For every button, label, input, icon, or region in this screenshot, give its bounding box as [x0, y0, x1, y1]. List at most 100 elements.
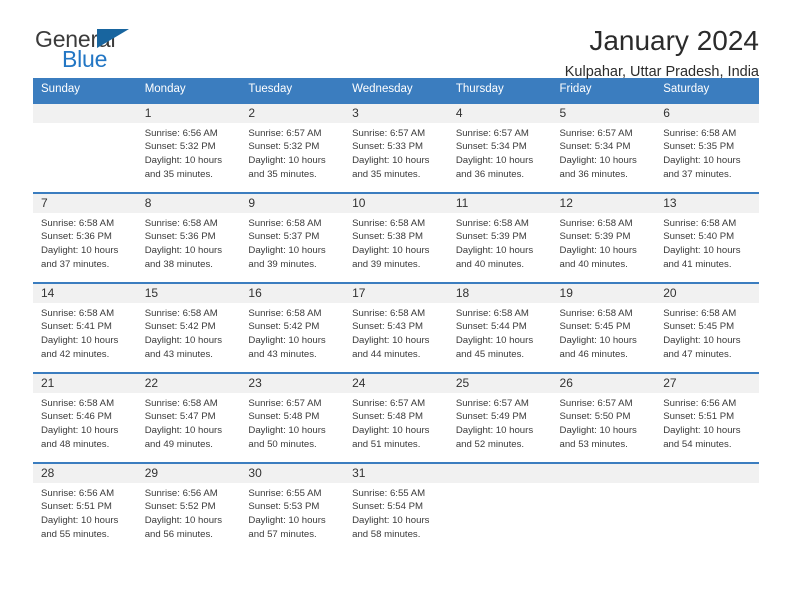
day-cell[interactable]: 18 Sunrise: 6:58 AM Sunset: 5:44 PM Dayl… — [447, 282, 552, 373]
day-cell[interactable]: 17 Sunrise: 6:58 AM Sunset: 5:43 PM Dayl… — [344, 282, 448, 373]
sunrise-text: Sunrise: 6:57 AM — [352, 127, 426, 139]
sunrise-text: Sunrise: 6:57 AM — [352, 397, 426, 409]
daylight-text: Daylight: 10 hours and 49 minutes. — [144, 425, 223, 450]
day-details: Sunrise: 6:55 AM Sunset: 5:53 PM Dayligh… — [240, 483, 344, 541]
day-cell[interactable]: 10 Sunrise: 6:58 AM Sunset: 5:38 PM Dayl… — [344, 192, 448, 283]
day-cell[interactable]: 20 Sunrise: 6:58 AM Sunset: 5:45 PM Dayl… — [655, 282, 759, 373]
day-cell[interactable]: 13 Sunrise: 6:58 AM Sunset: 5:40 PM Dayl… — [655, 192, 759, 283]
day-number: 21 — [33, 373, 137, 393]
daylight-text: Daylight: 10 hours and 53 minutes. — [559, 425, 637, 450]
day-cell[interactable]: 11 Sunrise: 6:58 AM Sunset: 5:39 PM Dayl… — [447, 192, 552, 283]
sunrise-text: Sunrise: 6:58 AM — [663, 307, 737, 319]
day-cell[interactable]: 31 Sunrise: 6:55 AM Sunset: 5:54 PM Dayl… — [344, 462, 448, 553]
day-details: Sunrise: 6:56 AM Sunset: 5:51 PM Dayligh… — [33, 483, 137, 541]
brand-logo[interactable]: General Blue — [33, 26, 153, 82]
day-details: Sunrise: 6:55 AM Sunset: 5:54 PM Dayligh… — [344, 483, 448, 541]
daylight-text: Daylight: 10 hours and 35 minutes. — [144, 155, 223, 180]
day-details: Sunrise: 6:58 AM Sunset: 5:47 PM Dayligh… — [137, 393, 241, 451]
day-details: Sunrise: 6:57 AM Sunset: 5:48 PM Dayligh… — [240, 393, 344, 451]
day-cell[interactable]: 6 Sunrise: 6:58 AM Sunset: 5:35 PM Dayli… — [655, 102, 759, 193]
day-details: Sunrise: 6:58 AM Sunset: 5:40 PM Dayligh… — [655, 213, 759, 271]
day-cell[interactable]: 28 Sunrise: 6:56 AM Sunset: 5:51 PM Dayl… — [33, 462, 137, 553]
sunrise-text: Sunrise: 6:57 AM — [248, 397, 322, 409]
sunrise-text: Sunrise: 6:58 AM — [41, 397, 115, 409]
sunrise-text: Sunrise: 6:58 AM — [352, 217, 426, 229]
sunset-text: Sunset: 5:42 PM — [144, 321, 216, 333]
day-cell[interactable]: 22 Sunrise: 6:58 AM Sunset: 5:47 PM Dayl… — [136, 372, 241, 463]
day-cell[interactable] — [33, 102, 137, 193]
sunrise-text: Sunrise: 6:58 AM — [248, 307, 322, 319]
sunset-text: Sunset: 5:53 PM — [248, 501, 320, 513]
day-details: Sunrise: 6:57 AM Sunset: 5:49 PM Dayligh… — [448, 393, 552, 451]
day-details: Sunrise: 6:58 AM Sunset: 5:36 PM Dayligh… — [137, 213, 241, 271]
day-cell[interactable]: 9 Sunrise: 6:58 AM Sunset: 5:37 PM Dayli… — [240, 192, 345, 283]
calendar-table: Sunday Monday Tuesday Wednesday Thursday… — [33, 78, 759, 553]
day-cell[interactable]: 29 Sunrise: 6:56 AM Sunset: 5:52 PM Dayl… — [136, 462, 241, 553]
daylight-text: Daylight: 10 hours and 37 minutes. — [41, 245, 119, 270]
day-cell[interactable]: 27 Sunrise: 6:56 AM Sunset: 5:51 PM Dayl… — [655, 372, 759, 463]
day-details: Sunrise: 6:58 AM Sunset: 5:44 PM Dayligh… — [448, 303, 552, 361]
day-cell[interactable]: 19 Sunrise: 6:58 AM Sunset: 5:45 PM Dayl… — [551, 282, 656, 373]
sunrise-text: Sunrise: 6:58 AM — [455, 217, 529, 229]
day-details: Sunrise: 6:58 AM Sunset: 5:35 PM Dayligh… — [655, 123, 759, 181]
sunrise-text: Sunrise: 6:56 AM — [144, 487, 218, 499]
day-number: 7 — [33, 193, 137, 213]
day-cell[interactable]: 21 Sunrise: 6:58 AM Sunset: 5:46 PM Dayl… — [33, 372, 137, 463]
day-details: Sunrise: 6:58 AM Sunset: 5:39 PM Dayligh… — [552, 213, 656, 271]
day-number: 9 — [240, 193, 345, 213]
day-cell[interactable]: 15 Sunrise: 6:58 AM Sunset: 5:42 PM Dayl… — [136, 282, 241, 373]
day-number: 14 — [33, 283, 137, 303]
day-cell[interactable]: 26 Sunrise: 6:57 AM Sunset: 5:50 PM Dayl… — [551, 372, 656, 463]
day-cell[interactable]: 30 Sunrise: 6:55 AM Sunset: 5:53 PM Dayl… — [240, 462, 345, 553]
day-number: 24 — [344, 373, 448, 393]
sunrise-text: Sunrise: 6:57 AM — [559, 127, 633, 139]
day-cell[interactable]: 4 Sunrise: 6:57 AM Sunset: 5:34 PM Dayli… — [447, 102, 552, 193]
sunrise-text: Sunrise: 6:58 AM — [144, 397, 218, 409]
sunrise-text: Sunrise: 6:58 AM — [559, 217, 633, 229]
day-cell[interactable]: 16 Sunrise: 6:58 AM Sunset: 5:42 PM Dayl… — [240, 282, 345, 373]
daylight-text: Daylight: 10 hours and 48 minutes. — [41, 425, 119, 450]
weekday-header-wednesday: Wednesday — [344, 78, 448, 103]
day-cell[interactable] — [447, 462, 552, 553]
day-cell[interactable]: 5 Sunrise: 6:57 AM Sunset: 5:34 PM Dayli… — [551, 102, 656, 193]
sunrise-text: Sunrise: 6:57 AM — [248, 127, 322, 139]
daylight-text: Daylight: 10 hours and 39 minutes. — [248, 245, 326, 270]
day-cell[interactable]: 7 Sunrise: 6:58 AM Sunset: 5:36 PM Dayli… — [33, 192, 137, 283]
day-cell[interactable]: 25 Sunrise: 6:57 AM Sunset: 5:49 PM Dayl… — [447, 372, 552, 463]
daylight-text: Daylight: 10 hours and 39 minutes. — [352, 245, 430, 270]
sunset-text: Sunset: 5:41 PM — [41, 321, 112, 333]
day-number: 2 — [240, 103, 345, 123]
day-details: Sunrise: 6:57 AM Sunset: 5:50 PM Dayligh… — [552, 393, 656, 451]
day-cell[interactable]: 12 Sunrise: 6:58 AM Sunset: 5:39 PM Dayl… — [551, 192, 656, 283]
day-number: 27 — [655, 373, 759, 393]
sunset-text: Sunset: 5:40 PM — [663, 231, 735, 243]
day-details: Sunrise: 6:58 AM Sunset: 5:41 PM Dayligh… — [33, 303, 137, 361]
day-cell[interactable]: 24 Sunrise: 6:57 AM Sunset: 5:48 PM Dayl… — [344, 372, 448, 463]
day-cell[interactable] — [655, 462, 759, 553]
day-cell[interactable]: 8 Sunrise: 6:58 AM Sunset: 5:36 PM Dayli… — [136, 192, 241, 283]
daylight-text: Daylight: 10 hours and 36 minutes. — [455, 155, 534, 180]
day-cell[interactable]: 14 Sunrise: 6:58 AM Sunset: 5:41 PM Dayl… — [33, 282, 137, 373]
daylight-text: Daylight: 10 hours and 52 minutes. — [455, 425, 534, 450]
day-cell[interactable]: 2 Sunrise: 6:57 AM Sunset: 5:32 PM Dayli… — [240, 102, 345, 193]
sunset-text: Sunset: 5:39 PM — [455, 231, 527, 243]
weekday-header-saturday: Saturday — [655, 78, 759, 103]
sunset-text: Sunset: 5:37 PM — [248, 231, 320, 243]
sunset-text: Sunset: 5:36 PM — [144, 231, 216, 243]
sunset-text: Sunset: 5:49 PM — [455, 411, 527, 423]
sunset-text: Sunset: 5:44 PM — [455, 321, 527, 333]
day-number: 20 — [655, 283, 759, 303]
calendar-week-row: 1 Sunrise: 6:56 AM Sunset: 5:32 PM Dayli… — [33, 102, 759, 193]
day-number — [551, 463, 656, 483]
day-number: 26 — [551, 373, 656, 393]
day-cell[interactable]: 23 Sunrise: 6:57 AM Sunset: 5:48 PM Dayl… — [240, 372, 345, 463]
day-number: 8 — [136, 193, 241, 213]
day-cell[interactable]: 1 Sunrise: 6:56 AM Sunset: 5:32 PM Dayli… — [136, 102, 241, 193]
day-cell[interactable] — [551, 462, 656, 553]
day-number: 3 — [344, 103, 448, 123]
sunset-text: Sunset: 5:45 PM — [559, 321, 631, 333]
sunrise-text: Sunrise: 6:56 AM — [144, 127, 218, 139]
day-cell[interactable]: 3 Sunrise: 6:57 AM Sunset: 5:33 PM Dayli… — [344, 102, 448, 193]
brand-name-blue: Blue — [62, 46, 108, 72]
day-number: 1 — [136, 103, 241, 123]
